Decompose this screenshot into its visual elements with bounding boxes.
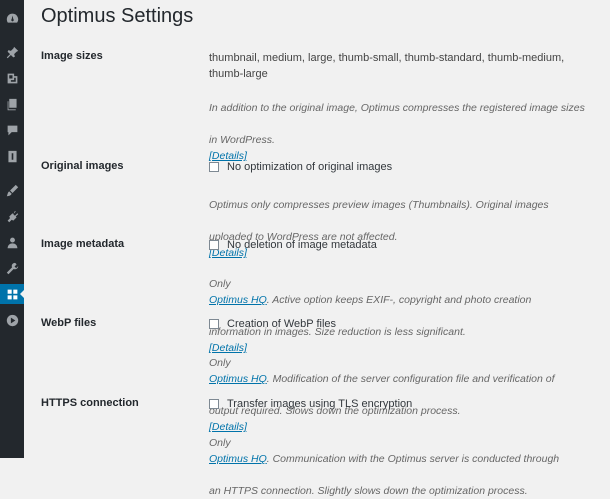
admin-sidebar [0, 0, 25, 458]
https-checkbox-label[interactable]: Transfer images using TLS encryption [227, 398, 412, 410]
image-metadata-option[interactable]: No deletion of image metadata [209, 238, 599, 252]
original-images-checkbox-label[interactable]: No optimization of original images [227, 161, 392, 173]
https-description: Only Optimus HQ. Communication with the … [209, 437, 560, 497]
dashboard-icon[interactable] [0, 8, 24, 28]
image-sizes-description: In addition to the original image, Optim… [209, 102, 585, 162]
image-metadata-checkbox-label[interactable]: No deletion of image metadata [227, 239, 377, 251]
https-checkbox[interactable] [209, 399, 219, 409]
original-images-option[interactable]: No optimization of original images [209, 160, 599, 174]
pages-icon[interactable] [0, 94, 24, 114]
image-metadata-checkbox[interactable] [209, 240, 219, 250]
original-images-label: Original images [41, 160, 124, 172]
https-option[interactable]: Transfer images using TLS encryption [209, 397, 599, 411]
https-connection-label: HTTPS connection [41, 397, 139, 409]
webp-option[interactable]: Creation of WebP files [209, 317, 599, 331]
image-metadata-hq-link[interactable]: Optimus HQ [209, 294, 267, 306]
feedback-icon[interactable] [0, 146, 24, 166]
image-sizes-value: thumbnail, medium, large, thumb-small, t… [209, 52, 565, 80]
appearance-icon[interactable] [0, 180, 24, 200]
original-images-checkbox[interactable] [209, 162, 219, 172]
pin-icon[interactable] [0, 42, 24, 62]
image-sizes-field: thumbnail, medium, large, thumb-small, t… [209, 50, 599, 164]
plugins-icon[interactable] [0, 206, 24, 226]
https-hq-link[interactable]: Optimus HQ [209, 453, 267, 465]
tools-icon[interactable] [0, 258, 24, 278]
webp-checkbox-label[interactable]: Creation of WebP files [227, 318, 336, 330]
page-title: Optimus Settings [41, 5, 194, 27]
image-sizes-label: Image sizes [41, 50, 103, 62]
webp-files-label: WebP files [41, 317, 97, 329]
media-icon[interactable] [0, 68, 24, 88]
image-metadata-label: Image metadata [41, 238, 125, 250]
webp-checkbox[interactable] [209, 319, 219, 329]
settings-icon[interactable] [0, 284, 25, 304]
users-icon[interactable] [0, 232, 24, 252]
webp-hq-link[interactable]: Optimus HQ [209, 373, 267, 385]
https-connection-field: Transfer images using TLS encryption Onl… [209, 397, 599, 499]
comments-icon[interactable] [0, 120, 24, 140]
play-icon[interactable] [0, 310, 24, 330]
